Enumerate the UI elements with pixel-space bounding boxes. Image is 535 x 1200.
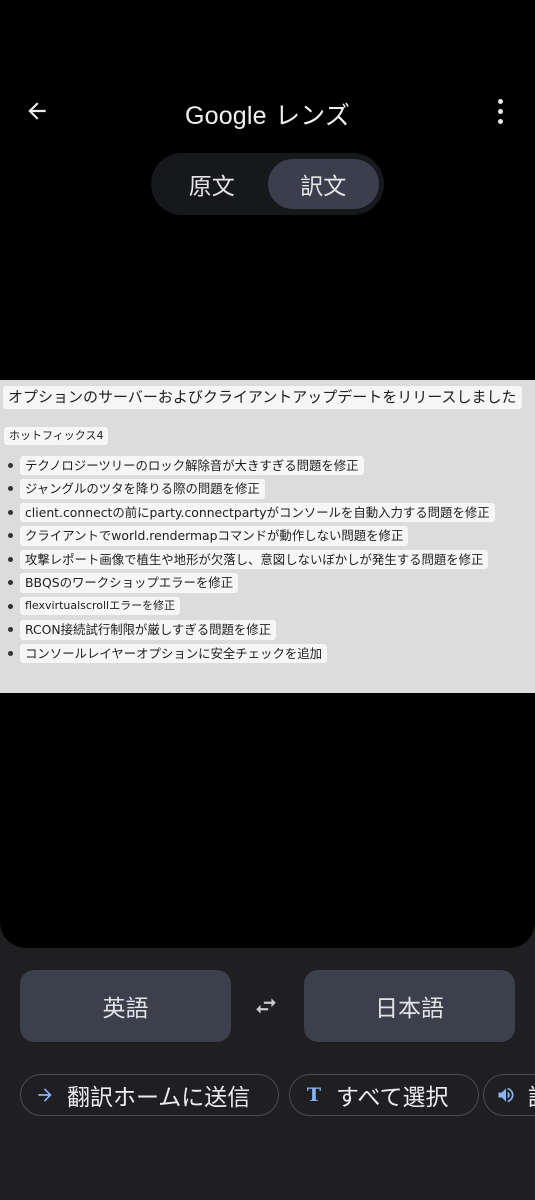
bullet-icon	[8, 462, 13, 468]
camera-viewport: Google レンズ 原文 訳文 オプションのサーバーおよびクライアントアップデ…	[0, 0, 535, 948]
list-item: client.connectの前にparty.connectpartyがコンソー…	[0, 501, 535, 525]
list-item: 攻撃レポート画像で植生や地形が欠落し、意図しないぼかしが発生する問題を修正	[0, 548, 535, 572]
tab-translated[interactable]: 訳文	[267, 159, 379, 209]
bullet-icon	[8, 509, 13, 515]
listen-label: 読	[528, 1078, 535, 1112]
top-app-bar: Google レンズ	[0, 88, 535, 140]
title-suffix: レンズ	[274, 101, 351, 130]
brand-google: Google	[184, 102, 267, 130]
listen-button[interactable]: 読	[483, 1074, 535, 1116]
app-title: Google レンズ	[0, 96, 535, 132]
bullet-icon	[8, 533, 13, 539]
swap-horiz-icon	[256, 998, 276, 1014]
more-vert-icon	[497, 98, 503, 104]
language-selector: 英語 日本語	[20, 970, 515, 1042]
send-to-translate-button[interactable]: 翻訳ホームに送信	[20, 1074, 279, 1116]
bullet-icon	[8, 627, 13, 633]
bullet-icon	[8, 556, 13, 562]
doc-subtitle[interactable]: ホットフィックス4	[4, 426, 109, 445]
text-t-icon: T	[306, 1084, 322, 1106]
select-all-button[interactable]: T すべて選択	[289, 1074, 479, 1116]
more-options-button[interactable]	[485, 90, 515, 132]
bullet-icon	[8, 486, 13, 492]
list-item: flexvirtualscrollエラーを修正	[0, 595, 535, 619]
target-language-button[interactable]: 日本語	[304, 970, 515, 1042]
patch-notes-list: テクノロジーツリーのロック解除音が大きすぎる問題を修正 ジャングルのツタを降りる…	[0, 454, 535, 666]
bullet-icon	[8, 650, 13, 656]
list-item: テクノロジーツリーのロック解除音が大きすぎる問題を修正	[0, 454, 535, 478]
doc-title[interactable]: オプションのサーバーおよびクライアントアップデートをリリースしました	[3, 386, 522, 409]
speaker-icon	[494, 1085, 518, 1105]
list-item: ジャングルのツタを降りる際の問題を修正	[0, 477, 535, 501]
list-item: クライアントでworld.rendermapコマンドが動作しない問題を修正	[0, 524, 535, 548]
select-all-label: すべて選択	[336, 1085, 449, 1111]
bullet-icon	[8, 580, 13, 586]
list-item: RCON接続試行制限が厳しすぎる問題を修正	[0, 618, 535, 642]
action-chips: 翻訳ホームに送信 T すべて選択 読	[20, 1074, 535, 1116]
source-language-button[interactable]: 英語	[20, 970, 231, 1042]
list-item: BBQSのワークショップエラーを修正	[0, 571, 535, 595]
list-item: コンソールレイヤーオプションに安全チェックを追加	[0, 642, 535, 666]
send-to-translate-label: 翻訳ホームに送信	[67, 1085, 251, 1111]
arrow-right-icon	[33, 1085, 57, 1105]
translated-document: オプションのサーバーおよびクライアントアップデートをリリースしました ホットフィ…	[0, 380, 535, 693]
swap-languages-button[interactable]	[246, 988, 286, 1024]
tab-original[interactable]: 原文	[156, 159, 268, 209]
bullet-icon	[8, 603, 13, 609]
mode-toggle: 原文 訳文	[151, 153, 384, 215]
